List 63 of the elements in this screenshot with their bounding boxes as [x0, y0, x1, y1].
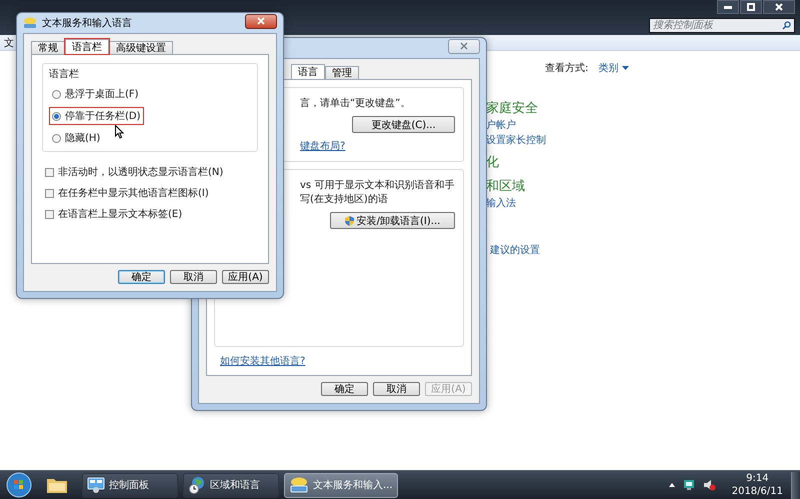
toolbar-menu-item[interactable]: 文 [4, 36, 14, 50]
radio-option[interactable]: 隐藏(H) [49, 129, 104, 147]
dialog-button[interactable]: 取消 [170, 270, 217, 284]
tab[interactable]: 高级键设置 [109, 41, 173, 54]
minimize-icon [724, 6, 732, 8]
category-title[interactable]: 家庭安全 [486, 99, 546, 117]
radio-option[interactable]: 悬浮于桌面上(F) [49, 85, 142, 103]
shield-icon [344, 216, 354, 226]
dialog-button[interactable]: 取消 [373, 382, 420, 396]
date-text: 2018/6/11 [732, 485, 783, 498]
close-button[interactable] [763, 0, 795, 14]
tab[interactable]: 管理 [325, 66, 359, 79]
category-title[interactable]: 化 [486, 153, 546, 171]
view-by-label: 查看方式: [545, 62, 588, 75]
category-title[interactable]: 和区域 [486, 177, 546, 195]
view-by-dropdown[interactable]: 类别 [598, 61, 618, 75]
settings-link[interactable]: 建议的设置 [490, 243, 540, 257]
checkbox-option[interactable]: 在任务栏中显示其他语言栏图标(I) [42, 184, 212, 202]
mouse-cursor-icon [115, 125, 124, 139]
dialog-button[interactable]: 确定 [118, 270, 165, 284]
close-icon [257, 17, 265, 25]
display-language-text: vs 可用于显示文本和识别语音和手写(在支持地区)的语 [300, 178, 455, 206]
restore-button[interactable] [740, 0, 762, 14]
close-icon [775, 3, 783, 11]
dialog-button[interactable]: 应用(A) [222, 270, 269, 284]
taskbar-button[interactable]: 区域和语言 [183, 472, 279, 498]
search-icon [782, 21, 791, 30]
show-desktop-button[interactable] [791, 472, 800, 498]
restore-icon [747, 3, 755, 11]
dropdown-arrow-icon[interactable] [622, 66, 630, 70]
globe-clock-icon [188, 476, 206, 494]
keyboard-icon [23, 17, 37, 29]
tab[interactable]: 语言 [291, 64, 325, 79]
control-panel-icon [87, 477, 105, 493]
keyboard-icon [289, 477, 309, 493]
time-text: 9:14 [746, 472, 769, 485]
checkbox-option[interactable]: 在语言栏上显示文本标签(E) [42, 205, 186, 223]
instruction-text: 言，请单击“更改键盘”。 [300, 96, 412, 110]
minimize-button[interactable] [717, 0, 739, 14]
install-languages-button[interactable]: 安装/卸载语言(I)... [330, 212, 455, 229]
folder-icon[interactable] [46, 476, 68, 494]
network-icon[interactable] [682, 479, 695, 491]
close-icon [460, 42, 468, 50]
tab[interactable]: 语言栏 [65, 39, 109, 54]
category-link[interactable]: 户帐户 [486, 118, 546, 132]
dialog-button[interactable]: 确定 [321, 382, 368, 396]
radio-option[interactable]: 停靠于任务栏(D) [49, 107, 144, 125]
search-field[interactable]: 搜索控制面板 [649, 18, 795, 33]
change-keyboard-button[interactable]: 更改键盘(C)... [352, 116, 455, 133]
group-title: 语言栏 [49, 68, 80, 81]
install-languages-link[interactable]: 如何安装其他语言? [220, 354, 464, 368]
close-button[interactable] [245, 14, 277, 28]
tab[interactable]: 常规 [31, 41, 65, 54]
checkbox-option[interactable]: 非活动时，以透明状态显示语言栏(N) [42, 163, 226, 181]
show-hidden-icons-button[interactable] [668, 483, 675, 487]
clock[interactable]: 9:14 2018/6/11 [732, 472, 783, 498]
muted-speaker-icon[interactable] [702, 479, 716, 491]
category-link[interactable]: 设置家长控制 [486, 133, 546, 147]
taskbar-button[interactable]: 控制面板 [82, 472, 178, 498]
window-title: 文本服务和输入语言 [42, 16, 132, 30]
start-button[interactable] [6, 472, 32, 498]
taskbar-button[interactable]: 文本服务和输入... [284, 472, 398, 498]
keyboard-layout-link[interactable]: 键盘布局? [300, 139, 455, 153]
